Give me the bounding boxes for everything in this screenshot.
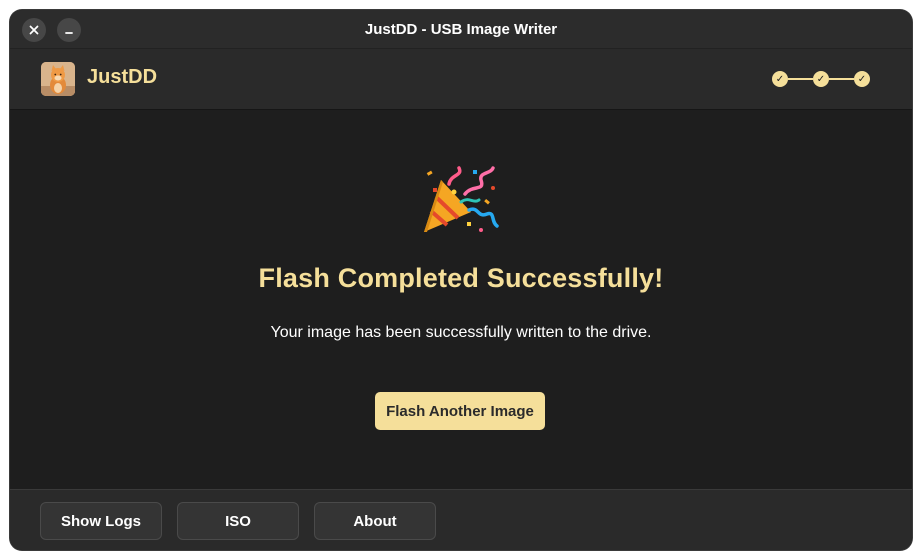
success-title: Flash Completed Successfully! [258, 263, 664, 293]
iso-button[interactable]: ISO [177, 502, 299, 540]
flash-another-image-button[interactable]: Flash Another Image [375, 392, 545, 430]
window-title: JustDD - USB Image Writer [364, 21, 558, 38]
about-button[interactable]: About [314, 502, 436, 540]
footer-bar: Show Logs ISO About [10, 489, 912, 550]
title-bar[interactable]: JustDD - USB Image Writer [10, 10, 912, 48]
step-connector [829, 78, 854, 80]
app-window: JustDD - USB Image Writer JustDD ✓ ✓ ✓ F… [10, 10, 912, 550]
completion-panel: Flash Completed Successfully! Your image… [10, 109, 912, 489]
step-2-complete-icon: ✓ [813, 71, 829, 87]
party-popper-icon [421, 166, 499, 236]
show-logs-button[interactable]: Show Logs [40, 502, 162, 540]
app-name: JustDD [87, 66, 158, 88]
app-header: JustDD ✓ ✓ ✓ [10, 48, 912, 110]
step-connector [788, 78, 813, 80]
step-1-complete-icon: ✓ [772, 71, 788, 87]
step-3-complete-icon: ✓ [854, 71, 870, 87]
success-message: Your image has been successfully written… [270, 324, 652, 341]
app-logo-icon [41, 62, 75, 96]
progress-steps: ✓ ✓ ✓ [772, 71, 870, 87]
